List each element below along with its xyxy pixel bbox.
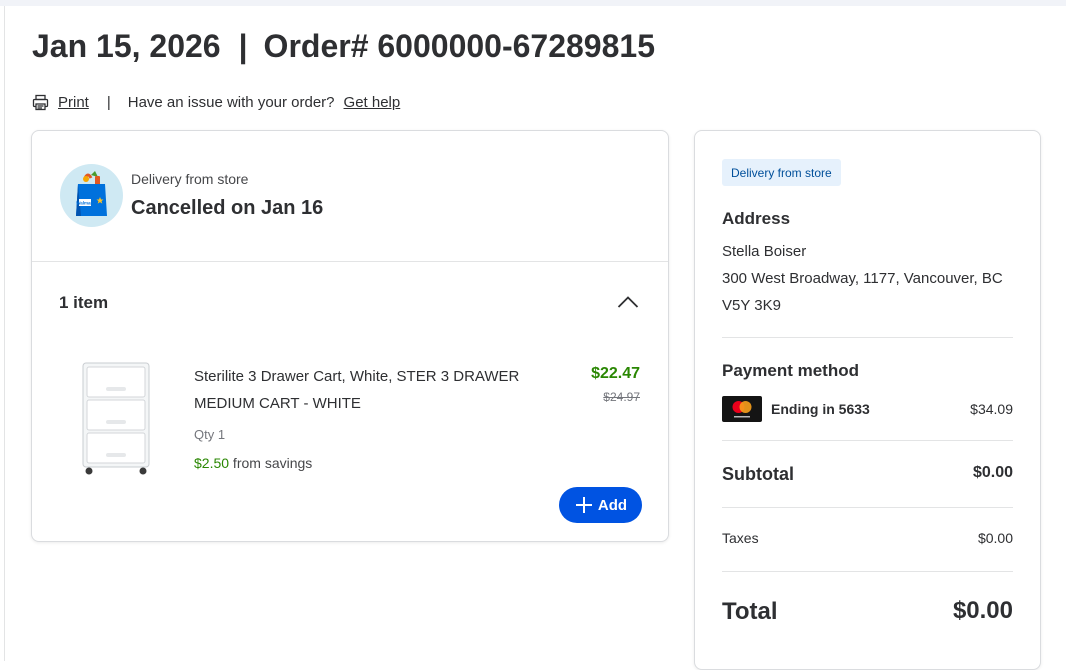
card-divider — [32, 261, 668, 262]
order-actions: Print | Have an issue with your order? G… — [32, 91, 400, 113]
plus-icon — [574, 495, 594, 515]
product-image[interactable] — [79, 361, 153, 477]
original-price: $24.97 — [603, 390, 640, 404]
printer-icon[interactable] — [32, 94, 49, 111]
payment-amount: $34.09 — [970, 401, 1013, 417]
store-bag-icon: Walmart — [60, 164, 123, 227]
product-price: $22.47 — [591, 365, 640, 382]
subtotal-label: Subtotal — [722, 464, 794, 484]
payment-heading: Payment method — [722, 361, 859, 380]
product-quantity: Qty 1 — [194, 427, 226, 442]
issue-text: Have an issue with your order? — [127, 93, 335, 111]
address-line-1: 300 West Broadway, 1177, Vancouver, BC — [722, 270, 1003, 287]
subtotal-value: $0.00 — [972, 464, 1013, 481]
delivery-status: Cancelled on Jan 16 — [131, 197, 324, 219]
customer-name: Stella Boiser — [722, 243, 807, 260]
summary-divider — [722, 337, 1013, 338]
top-bar — [0, 0, 1066, 6]
address-line-2: V5Y 3K9 — [722, 297, 781, 314]
card-ending: Ending in 5633 — [771, 401, 870, 417]
add-button-label: Add — [597, 496, 628, 514]
mastercard-icon — [722, 396, 762, 422]
taxes-value: $0.00 — [977, 530, 1013, 546]
chevron-up-icon[interactable] — [615, 291, 641, 313]
delivery-badge: Delivery from store — [722, 159, 841, 186]
summary-divider — [722, 571, 1013, 572]
order-date: Jan 15, 2026 — [32, 28, 221, 64]
total-value: $0.00 — [952, 597, 1013, 624]
left-divider — [4, 6, 5, 661]
page-title: Jan 15, 2026 | Order# 6000000-67289815 — [32, 26, 655, 66]
summary-divider — [722, 507, 1013, 508]
product-savings: $2.50 from savings — [194, 455, 312, 471]
walmart-logo-text: Walmart — [76, 201, 94, 206]
title-separator: | — [238, 28, 248, 64]
order-summary-panel: Delivery from store Address Stella Boise… — [694, 130, 1041, 670]
address-heading: Address — [722, 209, 791, 228]
item-count: 1 item — [59, 293, 109, 312]
savings-text: from savings — [229, 455, 313, 471]
savings-amount: $2.50 — [194, 455, 230, 471]
order-number: Order# 6000000-67289815 — [263, 28, 655, 64]
print-link[interactable]: Print — [58, 94, 89, 111]
delivery-type: Delivery from store — [131, 171, 249, 187]
summary-divider — [722, 440, 1013, 441]
delivery-card: Walmart Delivery from store Cancelled on… — [31, 130, 669, 542]
total-label: Total — [722, 598, 778, 625]
actions-separator: | — [106, 93, 111, 111]
product-name[interactable]: Sterilite 3 Drawer Cart, White, STER 3 D… — [194, 363, 554, 417]
get-help-link[interactable]: Get help — [344, 94, 401, 111]
taxes-label: Taxes — [722, 530, 759, 546]
add-to-cart-button[interactable]: Add — [559, 487, 642, 523]
